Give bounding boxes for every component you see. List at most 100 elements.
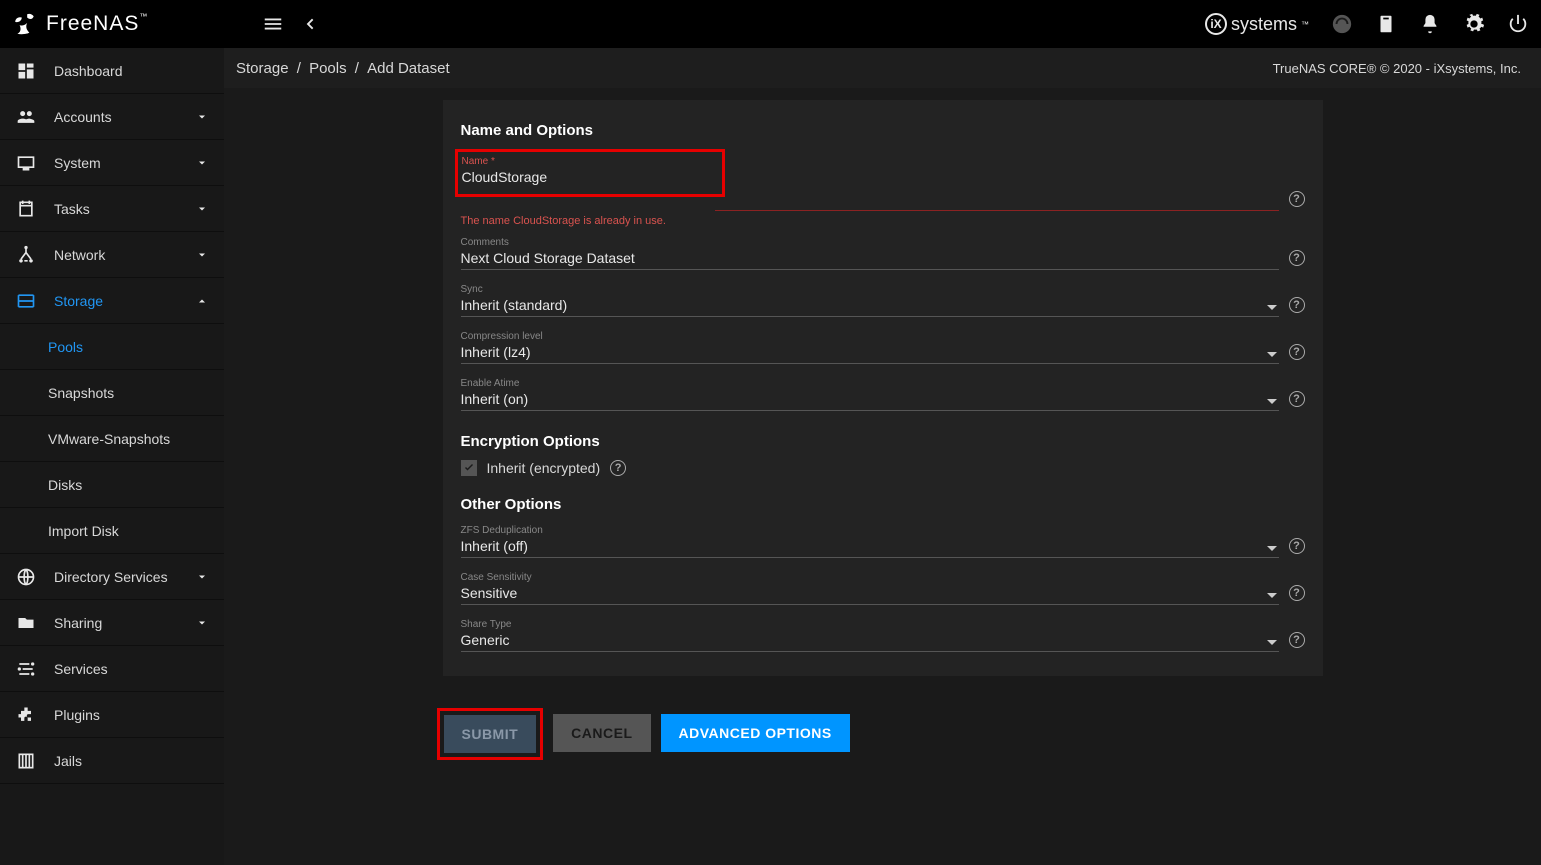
- compression-select[interactable]: Inherit (lz4): [461, 342, 1279, 361]
- section-other: Other Options: [461, 496, 1305, 513]
- brand-text: FreeNAS™: [46, 12, 148, 36]
- chevron-down-icon: [1267, 305, 1277, 310]
- dashboard-icon: [16, 61, 36, 81]
- help-icon[interactable]: ?: [1289, 191, 1305, 207]
- sidebar-item-label: Dashboard: [54, 63, 208, 79]
- name-input[interactable]: [462, 167, 718, 186]
- sidebar-item-label: Network: [54, 247, 178, 263]
- accounts-icon: [16, 107, 36, 127]
- help-icon[interactable]: ?: [1289, 585, 1305, 601]
- comments-label: Comments: [461, 237, 1279, 248]
- share-label: Share Type: [461, 619, 1279, 630]
- breadcrumb-item[interactable]: Storage: [236, 60, 289, 77]
- help-icon[interactable]: ?: [1289, 344, 1305, 360]
- sidebar-item-label: Tasks: [54, 201, 178, 217]
- sidebar-item-pools[interactable]: Pools: [0, 324, 224, 370]
- help-icon[interactable]: ?: [1289, 250, 1305, 266]
- sidebar-item-import-disk[interactable]: Import Disk: [0, 508, 224, 554]
- sidebar-item-label: Sharing: [54, 615, 178, 631]
- help-icon[interactable]: ?: [1289, 538, 1305, 554]
- sidebar-item-disks[interactable]: Disks: [0, 462, 224, 508]
- content-area: Storage / Pools / Add Dataset TrueNAS CO…: [224, 48, 1541, 865]
- sidebar-item-tasks[interactable]: Tasks: [0, 186, 224, 232]
- sidebar-item-label: Import Disk: [48, 523, 208, 539]
- sidebar-item-directory-services[interactable]: Directory Services: [0, 554, 224, 600]
- sidebar-item-dashboard[interactable]: Dashboard: [0, 48, 224, 94]
- copyright-text: TrueNAS CORE® © 2020 - iXsystems, Inc.: [1273, 61, 1521, 76]
- sidebar-item-storage[interactable]: Storage: [0, 278, 224, 324]
- share-select[interactable]: Generic: [461, 630, 1279, 649]
- sidebar-item-network[interactable]: Network: [0, 232, 224, 278]
- button-row: Submit Cancel Advanced Options: [443, 714, 1323, 754]
- chevron-down-icon: [196, 203, 208, 215]
- help-icon[interactable]: ?: [610, 460, 626, 476]
- ixsystems-logo[interactable]: iXsystems™: [1205, 13, 1309, 35]
- sidebar-item-accounts[interactable]: Accounts: [0, 94, 224, 140]
- chevron-down-icon: [1267, 352, 1277, 357]
- truecommand-icon[interactable]: [1331, 13, 1353, 35]
- sidebar-item-label: Disks: [48, 477, 208, 493]
- sidebar-item-label: System: [54, 155, 178, 171]
- breadcrumb-item[interactable]: Pools: [309, 60, 347, 77]
- sidebar-item-label: Pools: [48, 339, 208, 355]
- sidebar-item-label: Snapshots: [48, 385, 208, 401]
- menu-icon[interactable]: [262, 13, 284, 35]
- sidebar-item-snapshots[interactable]: Snapshots: [0, 370, 224, 416]
- case-select[interactable]: Sensitive: [461, 583, 1279, 602]
- sidebar-item-system[interactable]: System: [0, 140, 224, 186]
- system-icon: [16, 153, 36, 173]
- sidebar-item-vmware-snapshots[interactable]: VMware-Snapshots: [0, 416, 224, 462]
- sidebar: Dashboard Accounts System Tasks Network …: [0, 48, 224, 865]
- network-icon: [16, 245, 36, 265]
- help-icon[interactable]: ?: [1289, 391, 1305, 407]
- bell-icon[interactable]: [1419, 13, 1441, 35]
- chevron-down-icon: [1267, 593, 1277, 598]
- sidebar-item-label: Storage: [54, 293, 178, 309]
- sidebar-item-jails[interactable]: Jails: [0, 738, 224, 784]
- plugins-icon: [16, 705, 36, 725]
- sync-select[interactable]: Inherit (standard): [461, 295, 1279, 314]
- comments-input[interactable]: [461, 248, 1279, 267]
- dedup-select[interactable]: Inherit (off): [461, 536, 1279, 555]
- inherit-encrypted-checkbox[interactable]: [461, 460, 477, 476]
- dirsvc-icon: [16, 567, 36, 587]
- services-icon: [16, 659, 36, 679]
- help-icon[interactable]: ?: [1289, 632, 1305, 648]
- check-icon: [463, 462, 475, 474]
- sharing-icon: [16, 613, 36, 633]
- name-label: Name *: [462, 156, 718, 167]
- cancel-button[interactable]: Cancel: [553, 714, 650, 752]
- chevron-down-icon: [196, 157, 208, 169]
- sidebar-item-label: Services: [54, 661, 208, 677]
- gear-icon[interactable]: [1463, 13, 1485, 35]
- chevron-down-icon: [196, 571, 208, 583]
- clipboard-icon[interactable]: [1375, 13, 1397, 35]
- sidebar-item-label: Accounts: [54, 109, 178, 125]
- chevron-down-icon: [196, 111, 208, 123]
- sidebar-item-label: Jails: [54, 753, 208, 769]
- sidebar-item-label: Plugins: [54, 707, 208, 723]
- back-icon[interactable]: [302, 13, 318, 35]
- submit-button[interactable]: Submit: [444, 715, 537, 753]
- section-name-options: Name and Options: [461, 122, 1305, 139]
- topbar: FreeNAS™ iXsystems™: [0, 0, 1541, 48]
- sync-label: Sync: [461, 284, 1279, 295]
- power-icon[interactable]: [1507, 13, 1529, 35]
- chevron-up-icon: [196, 295, 208, 307]
- sidebar-item-plugins[interactable]: Plugins: [0, 692, 224, 738]
- help-icon[interactable]: ?: [1289, 297, 1305, 313]
- sidebar-item-sharing[interactable]: Sharing: [0, 600, 224, 646]
- chevron-down-icon: [196, 249, 208, 261]
- sidebar-item-label: VMware-Snapshots: [48, 431, 208, 447]
- compression-label: Compression level: [461, 331, 1279, 342]
- sidebar-item-services[interactable]: Services: [0, 646, 224, 692]
- dedup-label: ZFS Deduplication: [461, 525, 1279, 536]
- advanced-options-button[interactable]: Advanced Options: [661, 714, 850, 752]
- breadcrumb: Storage / Pools / Add Dataset: [234, 60, 452, 77]
- freenas-logo-icon: [12, 11, 38, 37]
- form-panel: Name and Options Name * ? The name Cloud…: [443, 100, 1323, 676]
- atime-select[interactable]: Inherit (on): [461, 389, 1279, 408]
- name-error: The name CloudStorage is already in use.: [461, 215, 1305, 227]
- chevron-down-icon: [196, 617, 208, 629]
- sidebar-item-label: Directory Services: [54, 569, 178, 585]
